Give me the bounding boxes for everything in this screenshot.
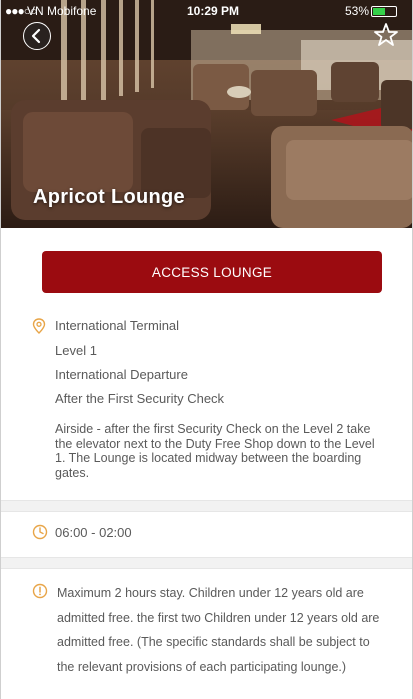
chevron-left-icon: [31, 28, 41, 44]
section-divider: [1, 500, 412, 512]
info-circle-icon: [32, 583, 48, 604]
location-directions: Airside - after the first Security Check…: [55, 422, 375, 480]
location-line-terminal: International Terminal: [55, 318, 180, 333]
section-divider: [1, 557, 412, 569]
location-line-departure: International Departure: [55, 367, 188, 382]
status-bar: ●●●○○ VN Mobifone 10:29 PM 53%: [1, 0, 412, 22]
lounge-detail-screen: ●●●○○ VN Mobifone 10:29 PM 53% Apricot L…: [0, 0, 413, 699]
lounge-title: Apricot Lounge: [33, 186, 185, 208]
location-line-security: After the First Security Check: [55, 391, 225, 406]
battery-icon: [371, 6, 397, 17]
back-button[interactable]: [23, 22, 51, 50]
status-time: 10:29 PM: [187, 4, 240, 18]
hero-image: ●●●○○ VN Mobifone 10:29 PM 53% Apricot L…: [1, 0, 412, 228]
favorite-button[interactable]: [373, 22, 399, 48]
clock-icon: [32, 524, 48, 545]
star-outline-icon: [374, 23, 398, 46]
battery-percent: 53%: [345, 4, 370, 18]
location-line-level: Level 1: [55, 343, 97, 358]
carrier-name: VN Mobifone: [27, 4, 97, 18]
access-lounge-button[interactable]: ACCESS LOUNGE: [42, 251, 382, 293]
map-pin-icon: [32, 318, 46, 339]
lounge-conditions: Maximum 2 hours stay. Children under 12 …: [57, 586, 380, 674]
opening-hours: 06:00 - 02:00: [55, 525, 132, 540]
